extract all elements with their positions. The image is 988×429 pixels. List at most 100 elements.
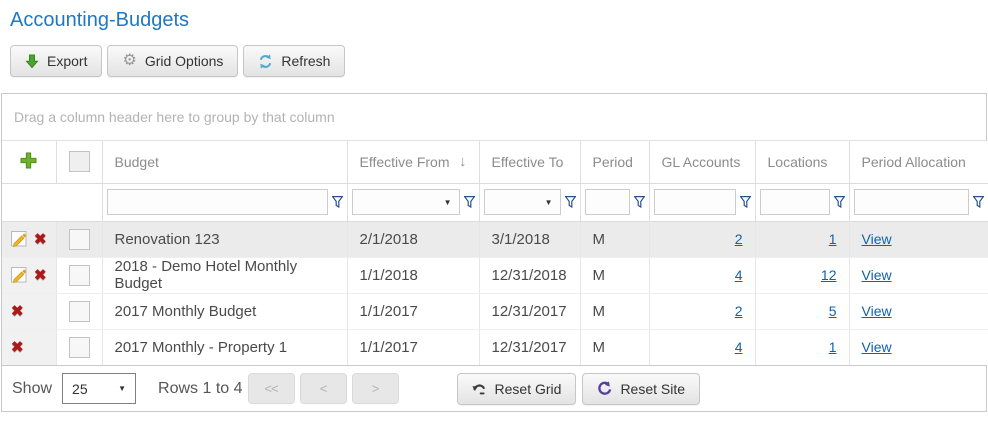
row-actions-cell: ✖ (2, 257, 56, 293)
delete-icon[interactable]: ✖ (34, 232, 47, 247)
budget-cell: 2017 Monthly - Property 1 (102, 329, 347, 365)
gl-accounts-filter-input[interactable] (654, 189, 736, 215)
add-icon[interactable] (20, 152, 37, 169)
gl-accounts-cell: 4 (649, 257, 755, 293)
locations-filter-funnel-icon[interactable] (834, 196, 845, 208)
period-cell: M (580, 329, 649, 365)
undo-arrow-icon (472, 382, 487, 396)
table-row: ✖ Renovation 123 2/1/2018 3/1/2018 M 2 1… (2, 221, 988, 257)
filter-actions-cell (2, 183, 102, 221)
view-link[interactable]: View (862, 231, 892, 247)
gl-accounts-link[interactable]: 4 (735, 339, 743, 355)
dropdown-caret-icon: ▼ (118, 384, 126, 393)
reset-site-label: Reset Site (620, 381, 685, 397)
period-allocation-cell: View (849, 257, 988, 293)
effective-to-cell: 12/31/2017 (479, 293, 580, 329)
effective-from-cell: 2/1/2018 (347, 221, 479, 257)
locations-link[interactable]: 5 (829, 303, 837, 319)
budget-filter-input[interactable] (107, 189, 328, 215)
gl-accounts-link[interactable]: 4 (735, 267, 743, 283)
row-checkbox-cell (56, 293, 102, 329)
page-title: Accounting-Budgets (10, 9, 988, 32)
budget-cell: Renovation 123 (102, 221, 347, 257)
period-allocation-cell: View (849, 293, 988, 329)
column-header-budget[interactable]: Budget (102, 141, 347, 183)
column-header-effective-from[interactable]: Effective From ↓ (347, 141, 479, 183)
grid-options-label: Grid Options (145, 53, 224, 69)
gl-accounts-link[interactable]: 2 (735, 231, 743, 247)
row-checkbox[interactable] (69, 337, 90, 358)
delete-icon[interactable]: ✖ (11, 304, 24, 319)
effective-to-cell: 3/1/2018 (479, 221, 580, 257)
column-header-effective-to[interactable]: Effective To (479, 141, 580, 183)
column-header-gl-accounts[interactable]: GL Accounts (649, 141, 755, 183)
row-checkbox[interactable] (69, 229, 90, 250)
locations-link[interactable]: 1 (829, 231, 837, 247)
next-page-button[interactable]: > (352, 373, 399, 404)
view-link[interactable]: View (862, 339, 892, 355)
filter-budget-cell (102, 183, 347, 221)
locations-link[interactable]: 1 (829, 339, 837, 355)
effective-from-filter-funnel-icon[interactable] (464, 196, 475, 208)
sort-descending-icon: ↓ (459, 153, 467, 170)
period-allocation-cell: View (849, 221, 988, 257)
period-cell: M (580, 221, 649, 257)
effective-from-cell: 1/1/2017 (347, 293, 479, 329)
header-row: Budget Effective From ↓ Effective To Per… (2, 141, 988, 183)
table-row: ✖ 2018 - Demo Hotel Monthly Budget 1/1/2… (2, 257, 988, 293)
page-size-select[interactable]: 25 ▼ (62, 373, 136, 404)
view-link[interactable]: View (862, 267, 892, 283)
effective-from-filter-dropdown[interactable]: ▼ (352, 189, 460, 215)
locations-cell: 5 (755, 293, 849, 329)
reset-site-button[interactable]: Reset Site (582, 373, 700, 405)
row-checkbox[interactable] (69, 301, 90, 322)
edit-icon[interactable] (11, 231, 28, 248)
delete-icon[interactable]: ✖ (11, 340, 24, 355)
filter-row: ▼ ▼ (2, 183, 988, 221)
period-filter-input[interactable] (585, 189, 630, 215)
dropdown-caret-icon: ▼ (444, 198, 452, 207)
gear-icon: ⚙ (122, 53, 136, 69)
period-allocation-filter-input[interactable] (854, 189, 969, 215)
effective-from-cell: 1/1/2017 (347, 329, 479, 365)
prev-page-button[interactable]: < (300, 373, 347, 404)
reset-circular-arrow-icon (597, 381, 612, 396)
effective-to-filter-funnel-icon[interactable] (565, 196, 576, 208)
budgets-grid: Drag a column header here to group by th… (1, 93, 987, 412)
locations-link[interactable]: 12 (821, 267, 837, 283)
effective-to-cell: 12/31/2018 (479, 257, 580, 293)
gl-accounts-link[interactable]: 2 (735, 303, 743, 319)
locations-filter-input[interactable] (760, 189, 830, 215)
locations-cell: 1 (755, 329, 849, 365)
budgets-table: Budget Effective From ↓ Effective To Per… (2, 141, 988, 365)
edit-icon[interactable] (11, 267, 28, 284)
export-down-arrow-icon (25, 54, 39, 69)
export-button[interactable]: Export (10, 45, 102, 77)
table-row: ✖ 2017 Monthly - Property 1 1/1/2017 12/… (2, 329, 988, 365)
effective-to-filter-dropdown[interactable]: ▼ (484, 189, 561, 215)
grid-body: ✖ Renovation 123 2/1/2018 3/1/2018 M 2 1… (2, 221, 988, 365)
reset-grid-label: Reset Grid (495, 381, 562, 397)
select-all-header (56, 141, 102, 183)
view-link[interactable]: View (862, 303, 892, 319)
period-cell: M (580, 257, 649, 293)
column-header-period-allocation[interactable]: Period Allocation (849, 141, 988, 183)
period-filter-funnel-icon[interactable] (634, 196, 645, 208)
reset-grid-button[interactable]: Reset Grid (457, 373, 577, 405)
first-page-button[interactable]: << (248, 373, 295, 404)
locations-cell: 1 (755, 221, 849, 257)
refresh-button[interactable]: Refresh (243, 45, 345, 77)
row-actions-cell: ✖ (2, 329, 56, 365)
grid-options-button[interactable]: ⚙ Grid Options (107, 45, 238, 77)
column-header-period[interactable]: Period (580, 141, 649, 183)
select-all-checkbox[interactable] (69, 151, 90, 172)
row-checkbox[interactable] (69, 265, 90, 286)
group-by-bar[interactable]: Drag a column header here to group by th… (2, 94, 986, 141)
group-by-hint: Drag a column header here to group by th… (14, 109, 335, 125)
row-checkbox-cell (56, 329, 102, 365)
period-allocation-filter-funnel-icon[interactable] (973, 196, 984, 208)
delete-icon[interactable]: ✖ (34, 268, 47, 283)
budget-filter-funnel-icon[interactable] (332, 196, 343, 208)
column-header-locations[interactable]: Locations (755, 141, 849, 183)
gl-accounts-filter-funnel-icon[interactable] (740, 196, 751, 208)
